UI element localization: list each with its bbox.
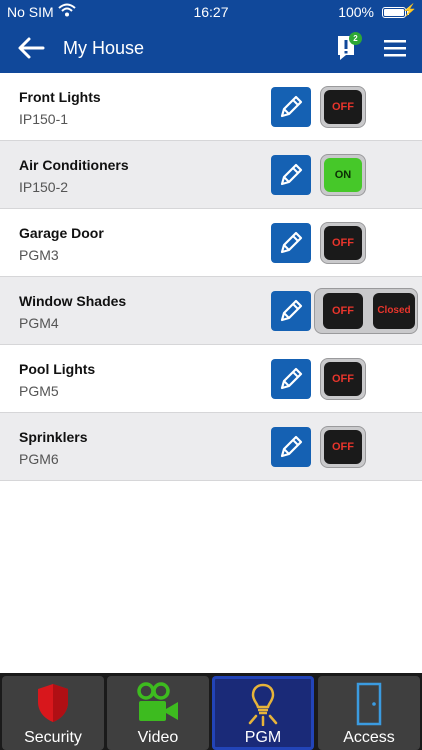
pgm-list: Front Lights IP150-1 OFF Air Conditioner… <box>0 73 422 481</box>
item-name: Sprinklers <box>19 429 88 445</box>
toggle-button[interactable]: OFF <box>320 222 366 264</box>
page-title: My House <box>63 38 145 58</box>
toggle-button[interactable]: OFF <box>323 293 363 329</box>
edit-button[interactable] <box>271 359 311 399</box>
shade-status: Closed <box>373 293 415 329</box>
toggle-button[interactable]: ON <box>320 154 366 196</box>
tab-bar: Security Video PGM Access <box>0 673 422 750</box>
list-item: Window Shades PGM4 OFF Closed <box>0 277 422 345</box>
video-camera-icon <box>137 682 178 721</box>
shield-icon <box>38 684 68 722</box>
toggle-state: OFF <box>324 430 362 464</box>
list-item: Sprinklers PGM6 OFF <box>0 413 422 481</box>
toggle-button[interactable]: OFF <box>320 86 366 128</box>
pencil-icon <box>280 367 303 390</box>
item-name: Front Lights <box>19 89 101 105</box>
list-item: Garage Door PGM3 OFF <box>0 209 422 277</box>
door-icon <box>356 682 382 726</box>
charging-icon: ⚡ <box>402 3 417 17</box>
edit-button[interactable] <box>271 291 311 331</box>
toggle-button[interactable]: OFF <box>320 358 366 400</box>
tab-label: Access <box>343 729 395 746</box>
item-id: IP150-2 <box>19 179 69 195</box>
edit-button[interactable] <box>271 223 311 263</box>
nav-bar: My House 2 <box>0 24 422 73</box>
list-item: Air Conditioners IP150-2 ON <box>0 141 422 209</box>
toggle-state: OFF <box>324 362 362 396</box>
battery-percent: 100% <box>338 4 374 20</box>
tab-video[interactable]: Video <box>107 676 209 750</box>
item-id: PGM3 <box>19 247 59 263</box>
item-id: IP150-1 <box>19 111 69 127</box>
hamburger-menu-icon[interactable] <box>382 37 408 59</box>
tab-pgm[interactable]: PGM <box>212 676 314 750</box>
tab-label: Video <box>137 729 179 746</box>
item-name: Air Conditioners <box>19 157 129 173</box>
toggle-button[interactable]: OFF <box>320 426 366 468</box>
alert-badge: 2 <box>349 32 362 45</box>
toggle-state: ON <box>324 158 362 192</box>
pencil-icon <box>280 95 303 118</box>
pencil-icon <box>280 299 303 322</box>
edit-button[interactable] <box>271 427 311 467</box>
list-item: Pool Lights PGM5 OFF <box>0 345 422 413</box>
tab-label: PGM <box>244 729 282 746</box>
item-name: Garage Door <box>19 225 104 241</box>
status-bar: No SIM 16:27 100% ⚡ <box>0 0 422 24</box>
toggle-state: OFF <box>324 90 362 124</box>
item-id: PGM4 <box>19 315 59 331</box>
tab-access[interactable]: Access <box>318 676 420 750</box>
item-id: PGM6 <box>19 451 59 467</box>
item-name: Pool Lights <box>19 361 96 377</box>
pencil-icon <box>280 163 303 186</box>
tab-security[interactable]: Security <box>2 676 104 750</box>
shade-control: OFF Closed <box>314 288 418 334</box>
toggle-state: OFF <box>324 226 362 260</box>
back-arrow-icon[interactable] <box>16 35 46 61</box>
edit-button[interactable] <box>271 87 311 127</box>
edit-button[interactable] <box>271 155 311 195</box>
item-id: PGM5 <box>19 383 59 399</box>
list-item: Front Lights IP150-1 OFF <box>0 73 422 141</box>
pencil-icon <box>280 435 303 458</box>
pencil-icon <box>280 231 303 254</box>
tab-label: Security <box>24 729 82 746</box>
item-name: Window Shades <box>19 293 127 309</box>
lightbulb-icon <box>248 683 278 726</box>
